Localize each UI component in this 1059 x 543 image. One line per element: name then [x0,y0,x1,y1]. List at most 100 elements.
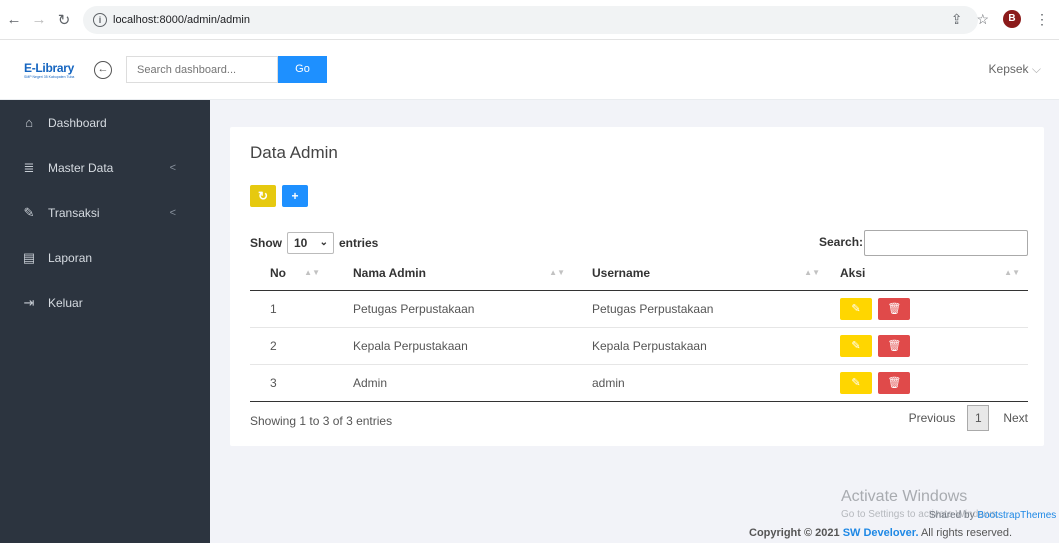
edit-button[interactable]: ✎ [840,297,872,320]
chevron-down-icon: ⌵ [1031,62,1041,76]
star-icon[interactable]: ☆ [976,11,989,28]
column-header-aksi[interactable]: Aksi ▲▼ [828,257,1028,291]
sidebar-item-master-data[interactable]: ≣ Master Data < [0,145,210,190]
table-search-input[interactable] [864,230,1028,256]
edit-button[interactable]: ✎ [840,371,872,394]
forward-arrow-icon[interactable]: → [28,11,50,28]
sidebar-item-keluar[interactable]: ⇥ Keluar [0,280,210,325]
user-menu[interactable]: Kepsek ⌵ [989,62,1041,77]
cell-no: 2 [250,327,328,365]
address-bar[interactable]: i localhost:8000/admin/admin [83,5,978,34]
pencil-icon: ✎ [23,204,35,220]
table-row: 2 Kepala Perpustakaan Kepala Perpustakaa… [250,327,1028,365]
sidebar: ⌂ Dashboard ≣ Master Data < ✎ Transaksi … [0,100,210,543]
pencil-icon: ✎ [851,339,861,352]
delete-button[interactable]: 🗑 [878,297,911,320]
home-icon: ⌂ [25,115,33,130]
sort-icon: ▲▼ [304,268,320,277]
reload-icon[interactable]: ↻ [53,11,75,29]
sidebar-item-label: Transaksi [48,205,100,220]
table-header-row: No ▲▼ Nama Admin ▲▼ Username ▲▼ Aksi ▲▼ [250,257,1028,291]
refresh-icon: ↻ [257,189,269,203]
url-text: localhost:8000/admin/admin [113,13,250,26]
entries-value: 10 [294,236,308,250]
report-icon: ▤ [22,249,36,265]
next-page-button[interactable]: Next [1003,411,1028,425]
logo-subtitle: SMP Negeri 35 Kabupaten Tuba [24,74,75,79]
sidebar-item-label: Dashboard [48,115,107,130]
cell-aksi: ✎ 🗑 [828,364,1028,402]
sidebar-item-transaksi[interactable]: ✎ Transaksi < [0,190,210,235]
sidebar-item-dashboard[interactable]: ⌂ Dashboard [0,100,210,145]
trash-icon: 🗑 [887,339,902,352]
browser-toolbar: ← → ↻ i localhost:8000/admin/admin ⇪ ☆ B… [0,0,1059,40]
trash-icon: 🗑 [887,302,902,315]
shared-brand-link[interactable]: BootstrapThemes [977,510,1056,521]
data-admin-card: Data Admin ↻ + Show 10 ⌄ entries Search:… [230,127,1044,446]
sidebar-item-laporan[interactable]: ▤ Laporan [0,235,210,280]
back-arrow-icon[interactable]: ← [3,11,25,28]
activate-windows-title: Activate Windows [841,488,968,505]
shared-prefix: Shared by [929,510,978,521]
cell-username: Petugas Perpustakaan [573,290,828,328]
app-header: E-Library SMP Negeri 35 Kabupaten Tuba ←… [0,40,1059,100]
pencil-icon: ✎ [851,376,861,389]
chevron-left-icon: < [169,161,176,174]
user-name: Kepsek [988,62,1029,76]
cell-nama: Petugas Perpustakaan [328,290,573,328]
cell-nama: Admin [328,364,573,402]
info-icon[interactable]: i [93,12,107,27]
cell-username: admin [573,364,828,402]
showing-entries-text: Showing 1 to 3 of 3 entries [250,414,393,428]
admin-table: No ▲▼ Nama Admin ▲▼ Username ▲▼ Aksi ▲▼ 1 Pe… [250,257,1028,402]
entries-label: entries [339,236,379,250]
logo[interactable]: E-Library SMP Negeri 35 Kabupaten Tuba [24,61,76,79]
sort-icon: ▲▼ [804,268,820,277]
go-button[interactable]: Go [278,56,327,83]
sort-icon: ▲▼ [549,268,565,277]
pagination: Previous 1 Next [909,405,1028,431]
column-header-username[interactable]: Username ▲▼ [573,257,828,291]
sort-icon: ▲▼ [1004,268,1020,277]
edit-button[interactable]: ✎ [840,334,872,357]
cell-no: 3 [250,364,328,402]
show-label: Show [250,236,282,250]
copyright-prefix: Copyright © 2021 [749,527,843,539]
copyright-suffix: All rights reserved. [918,527,1013,539]
delete-button[interactable]: 🗑 [878,334,911,357]
logo-title: E-Library [24,60,74,75]
column-header-no[interactable]: No ▲▼ [250,257,328,291]
table-row: 1 Petugas Perpustakaan Petugas Perpustak… [250,290,1028,328]
pencil-icon: ✎ [851,302,861,315]
entries-select[interactable]: 10 ⌄ [287,232,334,254]
sidebar-item-label: Laporan [48,250,93,265]
add-admin-button[interactable]: + [282,185,308,207]
profile-avatar[interactable]: B [1003,10,1021,28]
table-search-label: Search: [819,235,864,249]
show-entries: Show 10 ⌄ entries [250,232,378,254]
menu-kebab-icon[interactable]: ⋮ [1035,11,1049,28]
cell-username: Kepala Perpustakaan [573,327,828,365]
page-1-button[interactable]: 1 [967,405,990,431]
chevron-left-icon: < [169,206,176,219]
logout-icon: ⇥ [23,294,35,310]
cell-aksi: ✎ 🗑 [828,290,1028,328]
share-icon[interactable]: ⇪ [951,11,963,28]
copyright: Copyright © 2021 SW Develover. All right… [749,527,1012,539]
plus-icon: + [291,189,299,203]
copyright-brand-link[interactable]: SW Develover. [843,527,919,539]
trash-icon: 🗑 [887,376,902,389]
page-title: Data Admin [250,143,338,162]
search-input[interactable] [126,56,278,83]
shared-by-credit: Shared by BootstrapThemes [929,510,1056,521]
refresh-button[interactable]: ↻ [250,185,276,207]
table-row: 3 Admin admin ✎ 🗑 [250,364,1028,402]
previous-page-button[interactable]: Previous [909,411,956,425]
sidebar-item-label: Keluar [48,295,83,310]
column-header-nama[interactable]: Nama Admin ▲▼ [328,257,573,291]
sidebar-toggle-icon[interactable]: ← [94,60,112,79]
chevron-down-icon: ⌄ [319,237,328,248]
database-icon: ≣ [23,159,35,175]
cell-no: 1 [250,290,328,328]
delete-button[interactable]: 🗑 [878,371,911,394]
